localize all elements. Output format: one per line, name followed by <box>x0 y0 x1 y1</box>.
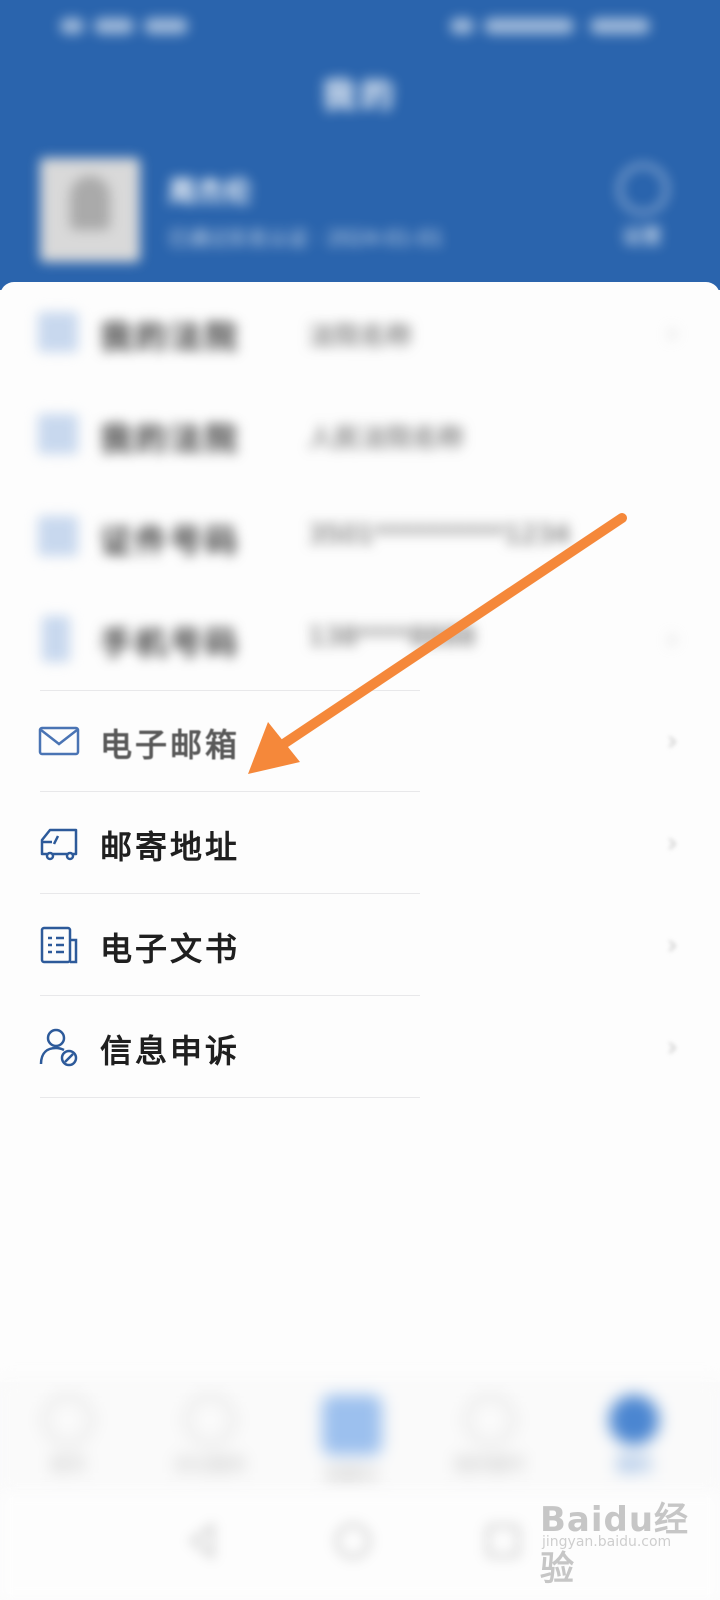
avatar[interactable] <box>40 158 140 262</box>
menu-item-value: 法院名称 <box>308 322 413 352</box>
signal-status <box>60 10 190 40</box>
bottom-tab-bar: 首页 诉讼服务 我要办 我的案件 我的 <box>0 1382 720 1493</box>
back-icon[interactable] <box>180 1518 226 1564</box>
case-icon <box>465 1395 515 1445</box>
chevron-right-icon: › <box>666 622 678 655</box>
menu-item-email[interactable]: 电子邮箱 › <box>0 690 720 792</box>
tab-litigation-service[interactable]: 诉讼服务 <box>150 1391 270 1481</box>
tab-profile[interactable]: 我的 <box>574 1391 694 1481</box>
recent-apps-icon[interactable] <box>480 1518 526 1564</box>
chevron-right-icon: › <box>666 316 678 349</box>
gear-icon <box>618 164 668 214</box>
menu-item-value: 人民法院名称 <box>308 424 465 454</box>
menu-item-label: 证件号码 <box>100 522 241 560</box>
menu-item-value: 3501**********1234 <box>308 520 571 550</box>
menu-item-label: 信息申诉 <box>100 1032 241 1070</box>
phone-icon <box>42 616 70 662</box>
menu-item-label: 电子文书 <box>100 930 241 968</box>
tab-label: 我要办 <box>325 1465 379 1486</box>
settings-button[interactable]: 设置 <box>606 160 678 252</box>
chevron-right-icon: › <box>666 928 678 961</box>
menu-item-court-2[interactable]: 我的法院 人民法院名称 <box>0 384 720 486</box>
tab-my-cases[interactable]: 我的案件 <box>430 1391 550 1481</box>
menu-item-court[interactable]: 我的法院 法院名称 › <box>0 282 720 384</box>
menu-item-info-appeal[interactable]: 信息申诉 › <box>0 996 720 1098</box>
home-icon <box>43 1395 93 1445</box>
watermark-url: jingyan.baidu.com <box>542 1534 672 1550</box>
profile-header: 我的 周杰伦 已通过实名认证 · 2024-01-01 设置 <box>0 0 720 290</box>
document-icon <box>40 926 78 964</box>
court-icon <box>38 414 78 454</box>
menu-item-phone[interactable]: 手机号码 138****8888 › <box>0 588 720 690</box>
truck-icon <box>40 828 78 861</box>
divider <box>40 1097 420 1098</box>
baidu-watermark: Baidu经验 jingyan.baidu.com <box>540 1490 710 1589</box>
menu-item-label: 我的法院 <box>100 420 241 458</box>
center-action-icon <box>322 1395 382 1455</box>
user-appeal-icon <box>39 1028 78 1067</box>
menu-item-e-documents[interactable]: 电子文书 › <box>0 894 720 996</box>
chevron-right-icon: › <box>666 826 678 859</box>
menu-item-label: 手机号码 <box>100 624 241 662</box>
home-button-icon[interactable] <box>330 1518 376 1564</box>
battery-time-status <box>450 10 650 40</box>
tab-label: 我的 <box>616 1455 652 1476</box>
tab-home[interactable]: 首页 <box>8 1391 128 1481</box>
menu-item-label: 我的法院 <box>100 318 241 356</box>
menu-item-label: 邮寄地址 <box>100 828 241 866</box>
settings-label: 设置 <box>622 224 662 248</box>
profile-icon <box>609 1395 659 1445</box>
tab-label: 我的案件 <box>454 1455 526 1476</box>
chevron-right-icon: › <box>666 1030 678 1063</box>
user-name: 周杰伦 <box>168 175 253 208</box>
status-bar <box>0 0 720 52</box>
service-icon <box>185 1395 235 1445</box>
tab-center-action[interactable]: 我要办 <box>292 1391 412 1486</box>
tab-label: 首页 <box>50 1455 86 1476</box>
menu-item-value: 138****8888 <box>308 622 476 652</box>
tab-label: 诉讼服务 <box>174 1455 246 1476</box>
mail-icon <box>38 726 80 756</box>
id-card-icon <box>38 516 78 556</box>
menu-item-id-number[interactable]: 证件号码 3501**********1234 <box>0 486 720 588</box>
chevron-right-icon: › <box>666 724 678 757</box>
page-title: 我的 <box>322 76 398 116</box>
divider <box>40 690 420 691</box>
profile-menu-card: 我的法院 法院名称 › 我的法院 人民法院名称 证件号码 3501*******… <box>0 282 720 1382</box>
building-icon <box>38 312 78 352</box>
user-subtitle: 已通过实名认证 · 2024-01-01 <box>168 226 444 250</box>
menu-item-label: 电子邮箱 <box>100 726 241 764</box>
menu-item-mailing-address[interactable]: 邮寄地址 › <box>0 792 720 894</box>
